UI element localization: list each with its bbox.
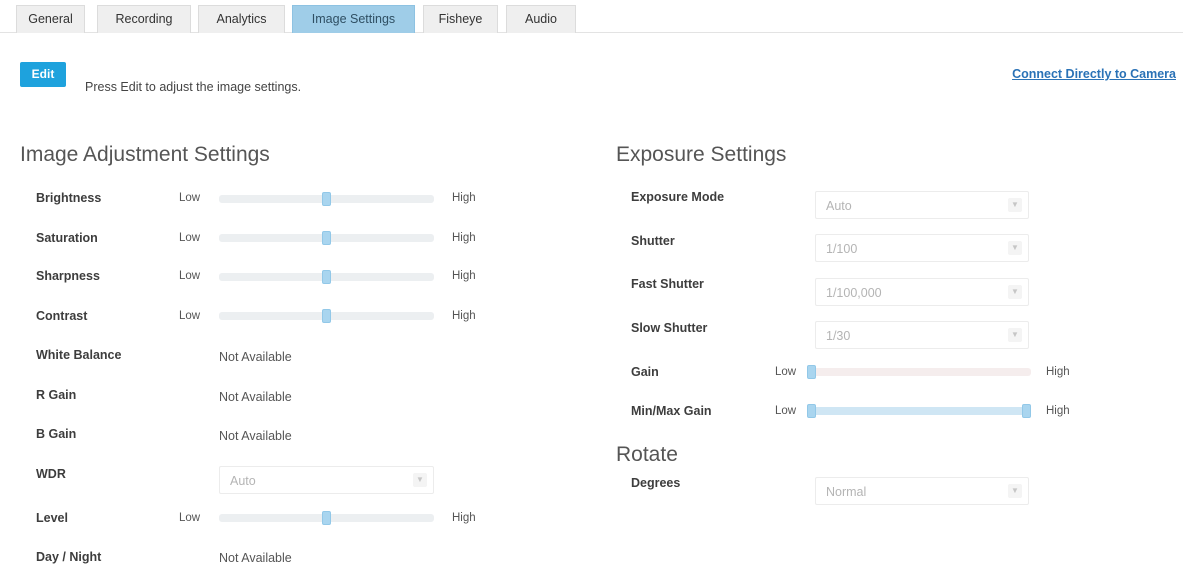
- day-night-value: Not Available: [219, 551, 292, 565]
- level-high-label: High: [452, 512, 476, 524]
- min-max-gain-slider-range: [807, 407, 1031, 415]
- slow-shutter-value: 1/30: [826, 329, 851, 343]
- tab-recording[interactable]: Recording: [97, 5, 191, 33]
- tab-fisheye[interactable]: Fisheye: [423, 5, 498, 33]
- min-max-gain-high-label: High: [1046, 405, 1070, 417]
- gain-slider[interactable]: [807, 365, 1031, 379]
- saturation-low-label: Low: [179, 232, 201, 244]
- min-max-gain-label: Min/Max Gain: [631, 404, 712, 418]
- tab-analytics[interactable]: Analytics: [198, 5, 285, 33]
- gain-label: Gain: [631, 365, 659, 379]
- saturation-slider-thumb[interactable]: [322, 231, 331, 245]
- level-label: Level: [36, 511, 68, 525]
- chevron-down-icon: ▼: [1008, 241, 1022, 255]
- edit-hint: Press Edit to adjust the image settings.: [85, 80, 302, 94]
- r-gain-label: R Gain: [36, 388, 77, 402]
- contrast-slider-thumb[interactable]: [322, 309, 331, 323]
- exposure-mode-select[interactable]: Auto ▼: [815, 191, 1029, 219]
- fast-shutter-value: 1/100,000: [826, 286, 882, 300]
- level-slider-thumb[interactable]: [322, 511, 331, 525]
- wdr-select-value: Auto: [230, 474, 256, 488]
- exposure-mode-label: Exposure Mode: [631, 190, 725, 204]
- degrees-value: Normal: [826, 485, 867, 499]
- b-gain-label: B Gain: [36, 427, 77, 441]
- white-balance-label: White Balance: [36, 348, 122, 362]
- min-gain-thumb[interactable]: [807, 404, 816, 418]
- wdr-label: WDR: [36, 467, 66, 481]
- shutter-value: 1/100: [826, 242, 858, 256]
- gain-high-label: High: [1046, 366, 1070, 378]
- rotate-title: Rotate: [616, 443, 678, 466]
- shutter-label: Shutter: [631, 234, 675, 248]
- brightness-slider-thumb[interactable]: [322, 192, 331, 206]
- slow-shutter-select[interactable]: 1/30 ▼: [815, 321, 1029, 349]
- edit-button[interactable]: Edit: [20, 62, 66, 87]
- saturation-label: Saturation: [36, 231, 98, 245]
- saturation-high-label: High: [452, 232, 476, 244]
- white-balance-value: Not Available: [219, 350, 292, 364]
- b-gain-value: Not Available: [219, 429, 292, 443]
- brightness-label: Brightness: [36, 191, 102, 205]
- chevron-down-icon: ▼: [1008, 328, 1022, 342]
- tab-bar: General Recording Analytics Image Settin…: [0, 3, 1183, 33]
- brightness-low-label: Low: [179, 192, 201, 204]
- sharpness-slider-thumb[interactable]: [322, 270, 331, 284]
- brightness-slider[interactable]: [219, 192, 434, 206]
- min-max-gain-slider[interactable]: [807, 404, 1031, 418]
- sharpness-label: Sharpness: [36, 269, 100, 283]
- contrast-label: Contrast: [36, 309, 88, 323]
- slow-shutter-label: Slow Shutter: [631, 321, 708, 335]
- fast-shutter-label: Fast Shutter: [631, 277, 704, 291]
- tab-audio[interactable]: Audio: [506, 5, 576, 33]
- level-low-label: Low: [179, 512, 201, 524]
- chevron-down-icon: ▼: [413, 473, 427, 487]
- day-night-label: Day / Night: [36, 550, 102, 564]
- brightness-high-label: High: [452, 192, 476, 204]
- sharpness-slider[interactable]: [219, 270, 434, 284]
- max-gain-thumb[interactable]: [1022, 404, 1031, 418]
- connect-camera-link[interactable]: Connect Directly to Camera: [1012, 67, 1176, 81]
- chevron-down-icon: ▼: [1008, 198, 1022, 212]
- tab-image-settings[interactable]: Image Settings: [292, 5, 415, 33]
- min-max-gain-low-label: Low: [775, 405, 797, 417]
- shutter-select[interactable]: 1/100 ▼: [815, 234, 1029, 262]
- contrast-high-label: High: [452, 310, 476, 322]
- fast-shutter-select[interactable]: 1/100,000 ▼: [815, 278, 1029, 306]
- r-gain-value: Not Available: [219, 390, 292, 404]
- gain-slider-thumb[interactable]: [807, 365, 816, 379]
- saturation-slider[interactable]: [219, 231, 434, 245]
- gain-slider-track: [807, 368, 1031, 376]
- contrast-low-label: Low: [179, 310, 201, 322]
- exposure-title: Exposure Settings: [616, 143, 787, 166]
- degrees-select[interactable]: Normal ▼: [815, 477, 1029, 505]
- chevron-down-icon: ▼: [1008, 484, 1022, 498]
- exposure-mode-value: Auto: [826, 199, 852, 213]
- chevron-down-icon: ▼: [1008, 285, 1022, 299]
- gain-low-label: Low: [775, 366, 797, 378]
- contrast-slider[interactable]: [219, 309, 434, 323]
- sharpness-high-label: High: [452, 270, 476, 282]
- image-adjustment-title: Image Adjustment Settings: [20, 143, 270, 166]
- degrees-label: Degrees: [631, 476, 681, 490]
- level-slider[interactable]: [219, 511, 434, 525]
- tab-general[interactable]: General: [16, 5, 85, 33]
- sharpness-low-label: Low: [179, 270, 201, 282]
- wdr-select[interactable]: Auto ▼: [219, 466, 434, 494]
